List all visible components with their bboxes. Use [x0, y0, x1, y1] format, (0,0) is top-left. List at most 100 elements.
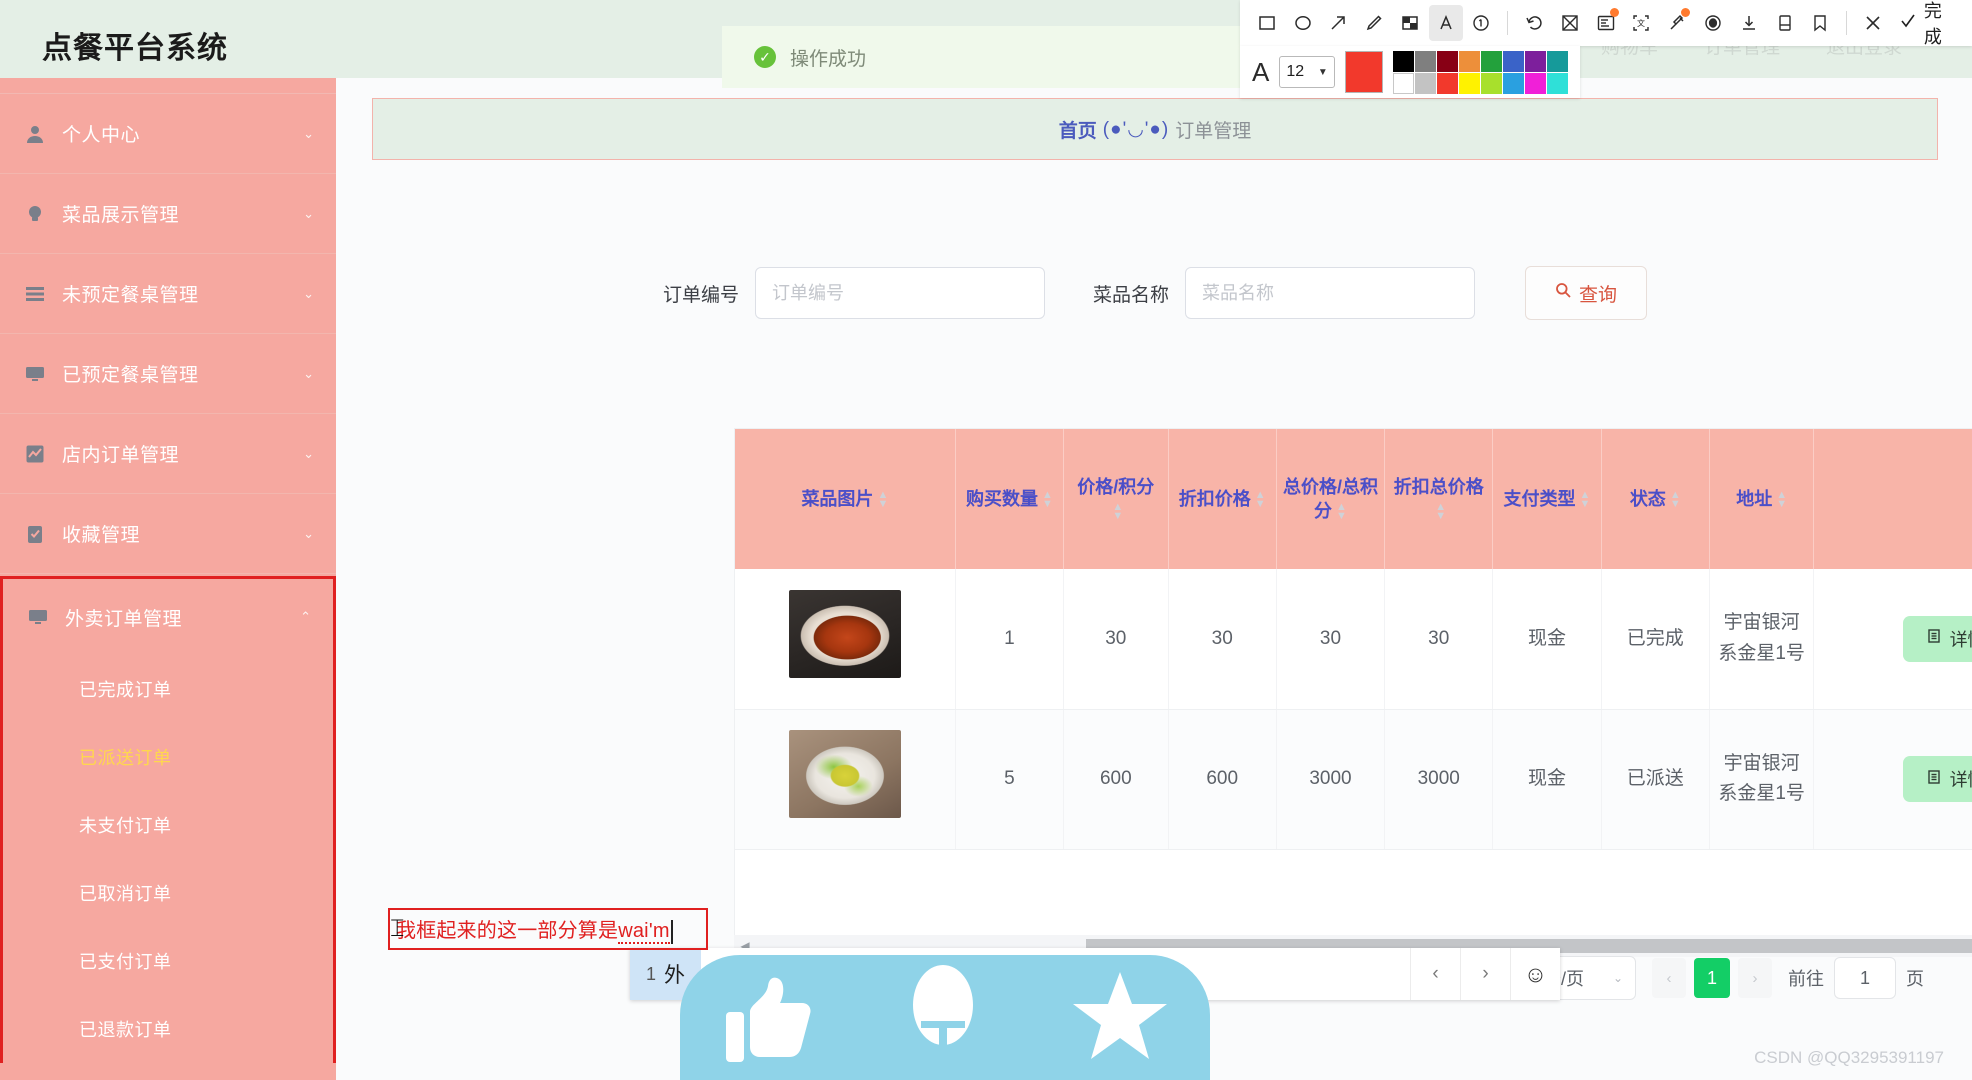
smiley-icon[interactable]: ☺ [1510, 948, 1560, 1000]
thumbs-up-icon [720, 968, 816, 1068]
color-swatch[interactable] [1481, 72, 1502, 94]
sidebar-item-personal-center[interactable]: 个人中心 ⌄ [0, 94, 336, 174]
th-dish-image[interactable]: 菜品图片 ▲ ▼ [735, 429, 956, 569]
sidebar-item-takeout-orders[interactable]: 外卖订单管理 ⌃ [3, 579, 333, 655]
detail-button[interactable]: 详情 [1902, 756, 1972, 802]
th-status[interactable]: 状态 ▲ ▼ [1601, 429, 1710, 569]
color-swatch[interactable] [1459, 72, 1480, 94]
sidebar-item-instore-orders[interactable]: 店内订单管理 ⌄ [0, 414, 336, 494]
detail-button[interactable]: 详情 [1902, 615, 1972, 662]
sort-icon[interactable]: ▲ ▼ [1435, 502, 1446, 522]
color-swatch[interactable] [1415, 50, 1436, 72]
th-discount-price[interactable]: 折扣价格 ▲ ▼ [1168, 429, 1277, 569]
sort-icon[interactable]: ▲ ▼ [1112, 502, 1123, 522]
breadcrumb-home[interactable]: 首页 [1059, 116, 1097, 143]
undo-tool-icon[interactable] [1517, 5, 1551, 41]
sidebar-subitem-completed-orders[interactable]: 已完成订单 [3, 655, 333, 723]
current-color-swatch[interactable] [1344, 51, 1383, 93]
query-button[interactable]: 查询 [1525, 266, 1648, 320]
sidebar-subitem-refunded-orders[interactable]: 已退款订单 [3, 995, 333, 1063]
mosaic-tool-icon[interactable] [1393, 5, 1427, 41]
th-label: 价格/积分 [1077, 476, 1155, 497]
color-swatch[interactable] [1393, 50, 1414, 72]
text-tool-icon[interactable] [1428, 5, 1463, 41]
user-icon [24, 123, 46, 145]
done-button[interactable]: 完成 [1892, 0, 1962, 49]
sort-icon[interactable]: ▲ ▼ [1042, 490, 1053, 510]
th-address[interactable]: 地址 ▲ ▼ [1709, 429, 1815, 569]
color-swatch[interactable] [1459, 50, 1480, 72]
sort-icon[interactable]: ▲ ▼ [877, 490, 888, 510]
dish-image [788, 589, 901, 678]
breadcrumb-separator: (●'◡'●) [1102, 118, 1170, 140]
ime-toolbar: ‹ › ☺ [1410, 948, 1560, 1000]
sidebar-subitem-paid-orders[interactable]: 已支付订单 [3, 927, 333, 995]
ocr-tool-icon[interactable] [1589, 5, 1623, 41]
sort-icon[interactable]: ▲ ▼ [1336, 502, 1347, 522]
download-tool-icon[interactable] [1732, 5, 1766, 41]
sort-icon[interactable]: ▲ ▼ [1670, 490, 1681, 510]
font-size-select[interactable]: 12 ▼ [1279, 56, 1335, 88]
color-swatch[interactable] [1393, 72, 1414, 94]
sidebar-item-reserved-tables[interactable]: 已预定餐桌管理 ⌄ [0, 334, 336, 414]
th-price[interactable]: 价格/积分 ▲ ▼ [1063, 429, 1169, 569]
color-swatch[interactable] [1415, 72, 1436, 94]
ellipse-tool-icon[interactable] [1286, 5, 1320, 41]
crop-tool-icon[interactable] [1553, 5, 1587, 41]
color-swatch[interactable] [1547, 50, 1568, 72]
pagination-prev-button[interactable]: ‹ [1652, 958, 1686, 998]
th-pay-type[interactable]: 支付类型 ▲ ▼ [1492, 429, 1602, 569]
sidebar-subitem-delivered-orders[interactable]: 已派送订单 [3, 723, 333, 791]
pagination-page-1[interactable]: 1 [1694, 958, 1730, 998]
done-button-label: 完成 [1923, 1, 1942, 47]
arrow-tool-icon[interactable] [1322, 5, 1356, 41]
sort-icon[interactable]: ▲ ▼ [1580, 490, 1591, 510]
chevron-down-icon: ⌄ [303, 125, 314, 141]
annotation-text-box[interactable]: 我框起来的这一部分算是wai'm [388, 908, 708, 950]
record-tool-icon[interactable] [1696, 5, 1730, 41]
orders-table: 菜品图片 ▲ ▼ 购买数量 ▲ ▼ 价格/积分 ▲ ▼ 折扣价格 ▲ ▼ 总价格/总积分 ▲ ▼ 折… [735, 429, 1972, 850]
color-swatch[interactable] [1503, 50, 1524, 72]
sidebar-item-dish-display[interactable]: 菜品展示管理 ⌄ [0, 174, 336, 254]
pagination-next-button[interactable]: › [1738, 958, 1772, 998]
save-tool-icon[interactable] [1768, 5, 1802, 41]
sidebar-subitem-cancelled-orders[interactable]: 已取消订单 [3, 859, 333, 927]
th-quantity[interactable]: 购买数量 ▲ ▼ [955, 429, 1065, 569]
table-row[interactable]: 1 30 30 30 30 现金 已完成 宇宙银河系金星1号 详 [735, 569, 1972, 710]
sidebar-subitem-unpaid-orders[interactable]: 未支付订单 [3, 791, 333, 859]
sort-icon[interactable]: ▲ ▼ [1776, 490, 1787, 510]
pen-tool-icon[interactable] [1357, 5, 1391, 41]
ime-next-page-icon[interactable]: › [1460, 948, 1510, 1000]
pin-tool-icon[interactable] [1660, 5, 1694, 41]
success-check-icon: ✓ [754, 46, 776, 68]
color-swatch[interactable] [1437, 50, 1458, 72]
table-row[interactable]: 5 600 600 3000 3000 现金 已派送 宇宙银河系金星1号 详 [735, 709, 1972, 850]
sort-icon[interactable]: ▲ ▼ [1255, 490, 1266, 510]
th-total-price[interactable]: 总价格/总积分 ▲ ▼ [1276, 429, 1386, 569]
dish-name-label: 菜品名称 [1093, 284, 1170, 306]
sidebar-item-favorites[interactable]: 收藏管理 ⌄ [0, 494, 336, 574]
color-swatch[interactable] [1481, 50, 1502, 72]
color-swatch[interactable] [1503, 72, 1524, 94]
translate-tool-icon[interactable]: 文 [1625, 5, 1659, 41]
toolbar-divider [1846, 11, 1848, 35]
ime-prev-page-icon[interactable]: ‹ [1410, 948, 1460, 1000]
th-label: 折扣总价格 [1393, 476, 1484, 497]
bookmark-tool-icon[interactable] [1803, 5, 1837, 41]
dish-name-input[interactable] [1185, 267, 1476, 319]
pagination-nav: ‹ 1 › [1652, 958, 1772, 998]
close-tool-icon[interactable] [1856, 5, 1890, 41]
pagination-jump-label: 前往 [1788, 969, 1824, 989]
sidebar-item-unreserved-tables[interactable]: 未预定餐桌管理 ⌄ [0, 254, 336, 334]
color-swatch[interactable] [1525, 72, 1546, 94]
clipboard-check-icon [24, 523, 46, 545]
number-tool-icon[interactable] [1465, 5, 1499, 41]
rectangle-tool-icon[interactable] [1250, 5, 1284, 41]
pagination-jump-input[interactable] [1834, 957, 1896, 999]
color-swatch[interactable] [1525, 50, 1546, 72]
color-swatch[interactable] [1437, 72, 1458, 94]
th-discount-total[interactable]: 折扣总价格 ▲ ▼ [1384, 429, 1494, 569]
order-no-input[interactable] [755, 267, 1045, 319]
color-swatch[interactable] [1547, 72, 1568, 94]
chevron-down-icon: ⌄ [303, 445, 314, 461]
